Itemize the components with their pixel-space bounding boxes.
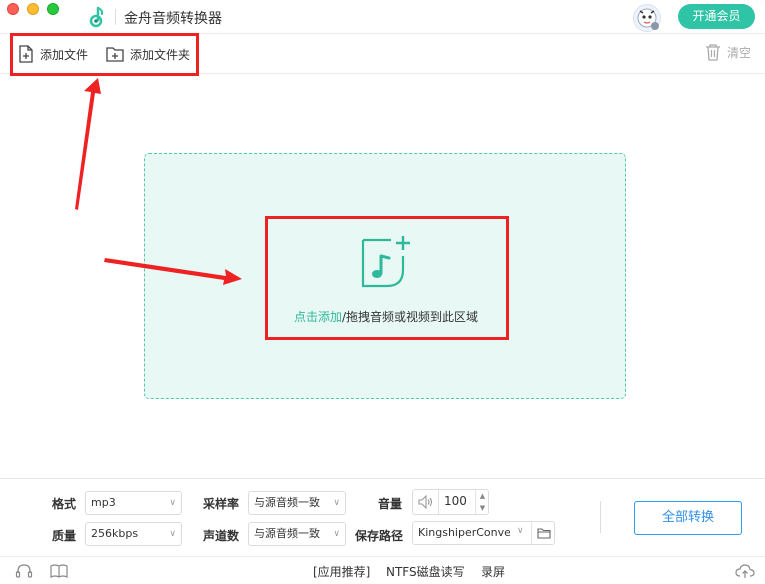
channels-value: 与源音频一致: [254, 527, 320, 540]
channels-select[interactable]: 与源音频一致 ∨: [248, 522, 346, 546]
add-folder-label: 添加文件夹: [130, 47, 191, 62]
title-bar: 金舟音频转换器 开通会员: [0, 0, 765, 34]
avatar-icon: [637, 8, 659, 30]
clear-button[interactable]: 清空: [705, 43, 751, 61]
window-zoom-button[interactable]: [47, 3, 59, 15]
record-link[interactable]: 录屏: [481, 563, 505, 580]
window-close-button[interactable]: [7, 3, 19, 15]
save-path-select[interactable]: KingshiperConvert ∨: [412, 521, 555, 545]
avatar[interactable]: [633, 4, 661, 32]
volume-label: 音量: [378, 497, 403, 511]
chevron-down-icon: ∨: [333, 529, 340, 539]
volume-down-icon[interactable]: ▼: [476, 502, 489, 514]
headset-icon[interactable]: [15, 563, 33, 579]
chevron-down-icon: ∨: [169, 529, 176, 539]
volume-icon: [418, 495, 433, 509]
music-add-icon: [361, 236, 410, 288]
ntfs-link[interactable]: NTFS磁盘读写: [386, 563, 465, 580]
drop-hint: 点击添加/拖拽音频或视频到此区域: [145, 308, 627, 325]
cloud-upload-icon[interactable]: [735, 563, 755, 579]
volume-divider: [438, 490, 439, 514]
vip-button[interactable]: 开通会员: [678, 4, 755, 29]
footer: [应用推荐] NTFS磁盘读写 录屏: [0, 556, 765, 584]
volume-stepper[interactable]: 100 ▲ ▼: [412, 489, 489, 515]
settings-divider: [600, 501, 601, 533]
path-label: 保存路径: [355, 529, 404, 543]
samplerate-label: 采样率: [203, 497, 240, 511]
trash-icon: [706, 44, 720, 61]
toolbar: 添加文件 添加文件夹 清空: [0, 34, 765, 74]
app-title: 金舟音频转换器: [124, 11, 222, 27]
convert-all-button[interactable]: 全部转换: [634, 501, 742, 535]
format-select[interactable]: mp3 ∨: [85, 491, 182, 515]
drop-hint-text: /拖拽音频或视频到此区域: [341, 310, 479, 324]
volume-step-buttons[interactable]: ▲ ▼: [475, 490, 489, 514]
click-add-link[interactable]: 点击添加: [294, 310, 342, 324]
chevron-down-icon: ∨: [517, 526, 524, 536]
format-value: mp3: [91, 496, 116, 509]
save-path-value: KingshiperConvert: [418, 526, 510, 539]
chevron-down-icon: ∨: [169, 498, 176, 508]
app-logo-icon: [89, 6, 104, 28]
add-folder-button[interactable]: 添加文件夹: [106, 43, 190, 65]
quality-value: 256kbps: [91, 527, 139, 540]
window-minimize-button[interactable]: [27, 3, 39, 15]
quality-label: 质量: [52, 529, 77, 543]
title-divider: [115, 9, 116, 25]
channels-label: 声道数: [203, 529, 240, 543]
browse-folder-button[interactable]: [531, 522, 555, 544]
folder-icon: [537, 528, 551, 539]
quality-select[interactable]: 256kbps ∨: [85, 522, 182, 546]
annotation-arrow-up: [75, 78, 101, 210]
app-recommend-link[interactable]: [应用推荐]: [313, 563, 370, 580]
volume-value[interactable]: 100: [444, 494, 467, 508]
samplerate-value: 与源音频一致: [254, 496, 320, 509]
samplerate-select[interactable]: 与源音频一致 ∨: [248, 491, 346, 515]
format-label: 格式: [52, 497, 77, 511]
chevron-down-icon: ∨: [333, 498, 340, 508]
add-file-button[interactable]: 添加文件: [18, 43, 88, 65]
add-file-icon: [19, 45, 33, 63]
drop-zone[interactable]: 点击添加/拖拽音频或视频到此区域: [144, 153, 626, 399]
book-icon[interactable]: [50, 563, 68, 579]
clear-label: 清空: [727, 45, 752, 60]
add-folder-icon: [106, 47, 124, 62]
volume-up-icon[interactable]: ▲: [476, 490, 489, 502]
add-file-label: 添加文件: [40, 47, 89, 62]
settings-panel: 格式 mp3 ∨ 质量 256kbps ∨ 采样率 与源音频一致 ∨ 声道数 与源音频…: [0, 478, 765, 555]
